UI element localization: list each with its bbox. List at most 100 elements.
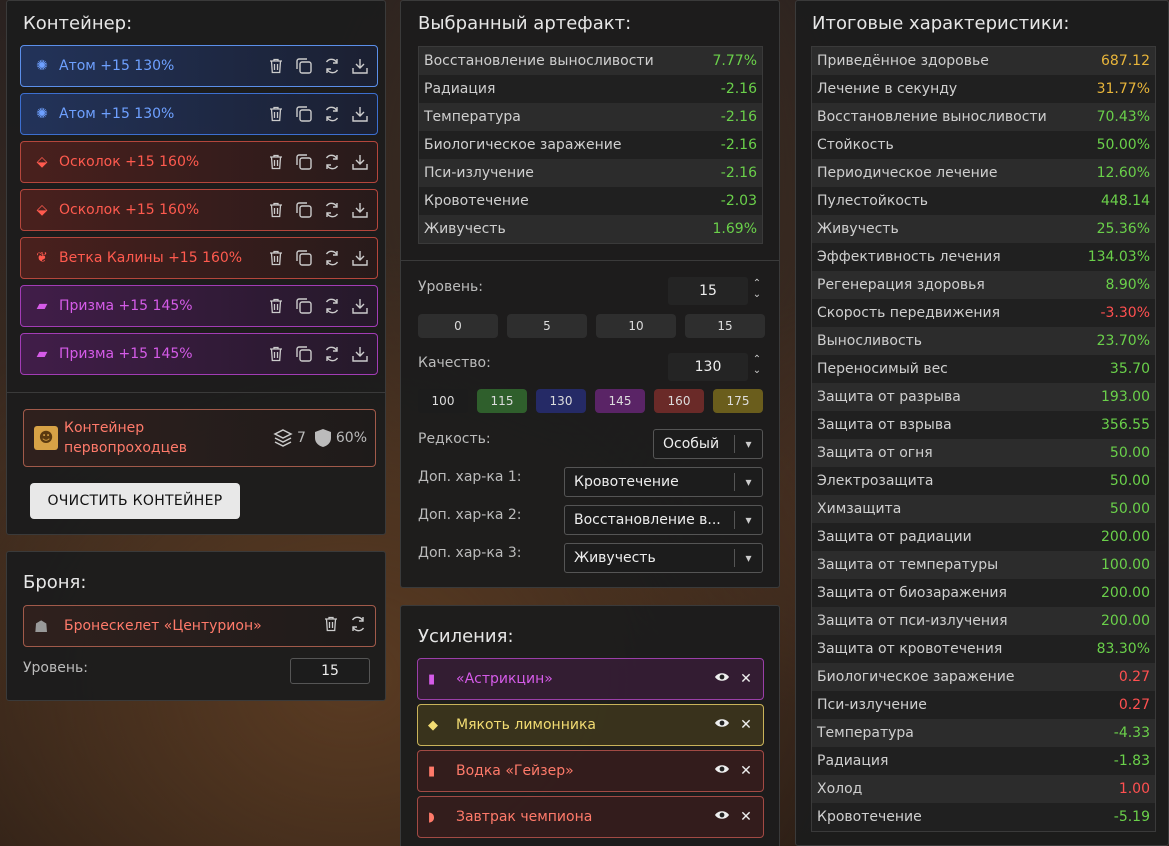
download-icon[interactable]	[351, 105, 369, 123]
stat-label: Биологическое заражение	[817, 669, 1015, 685]
artifact-item[interactable]: ✺ Атом +15 130%	[20, 45, 378, 87]
boost-item[interactable]: ▮ «Астрикцин» ✕	[417, 658, 764, 700]
stat-value: 8.90%	[1105, 277, 1150, 293]
boost-item[interactable]: ◆ Мякоть лимонника ✕	[417, 704, 764, 746]
replace-icon[interactable]	[323, 249, 341, 267]
level-preset-button[interactable]: 10	[596, 314, 676, 338]
artifact-item[interactable]: ⬙ Осколок +15 160%	[20, 141, 378, 183]
artifact-name: Призма +15 145%	[59, 346, 193, 362]
container-card[interactable]: ☻ Контейнер первопроходцев 7 60%	[23, 409, 376, 467]
stat-row: Температура -2.16	[419, 103, 762, 131]
copy-icon[interactable]	[295, 297, 313, 315]
replace-icon[interactable]	[349, 615, 367, 637]
stat-label: Радиация	[817, 753, 889, 769]
quality-input[interactable]: 130	[668, 353, 748, 381]
extra3-select[interactable]: Живучесть ▾	[564, 543, 763, 573]
copy-icon[interactable]	[295, 249, 313, 267]
eye-icon[interactable]	[713, 671, 731, 687]
boost-name: Мякоть лимонника	[456, 717, 596, 733]
replace-icon[interactable]	[323, 57, 341, 75]
trash-icon[interactable]	[267, 153, 285, 171]
artifact-item[interactable]: ⬙ Осколок +15 160%	[20, 189, 378, 231]
quality-preset-button[interactable]: 175	[713, 389, 763, 413]
trash-icon[interactable]	[267, 297, 285, 315]
replace-icon[interactable]	[323, 153, 341, 171]
stat-label: Защита от пси-излучения	[817, 613, 1008, 629]
boost-item-icon: ◆	[428, 717, 438, 733]
stat-value: 25.36%	[1096, 221, 1150, 237]
close-icon[interactable]: ✕	[737, 671, 755, 687]
extra2-select[interactable]: Восстановление в... ▾	[564, 505, 763, 535]
armor-level-input[interactable]: 15	[290, 658, 370, 684]
replace-icon[interactable]	[323, 345, 341, 363]
boost-name: Водка «Гейзер»	[456, 763, 574, 779]
quality-spinner[interactable]: ⌃ ⌄	[751, 354, 763, 376]
rarity-select[interactable]: Особый ▾	[653, 429, 763, 459]
divider	[401, 260, 779, 261]
artifact-item[interactable]: ❦ Ветка Калины +15 160%	[20, 237, 378, 279]
copy-icon[interactable]	[295, 345, 313, 363]
stat-value: -2.16	[720, 109, 757, 125]
trash-icon[interactable]	[267, 57, 285, 75]
copy-icon[interactable]	[295, 153, 313, 171]
download-icon[interactable]	[351, 201, 369, 219]
close-icon[interactable]: ✕	[737, 809, 755, 825]
stat-label: Химзащита	[817, 501, 902, 517]
download-icon[interactable]	[351, 249, 369, 267]
level-input[interactable]: 15	[668, 277, 748, 305]
replace-icon[interactable]	[323, 201, 341, 219]
stat-label: Выносливость	[817, 333, 923, 349]
clear-container-button[interactable]: ОЧИСТИТЬ КОНТЕЙНЕР	[30, 483, 240, 519]
boost-item[interactable]: ▮ Водка «Гейзер» ✕	[417, 750, 764, 792]
replace-icon[interactable]	[323, 105, 341, 123]
level-preset-button[interactable]: 0	[418, 314, 498, 338]
stat-row: Пулестойкость 448.14	[812, 187, 1155, 215]
close-icon[interactable]: ✕	[737, 763, 755, 779]
armor-card[interactable]: ☗ Бронескелет «Центурион»	[23, 605, 376, 647]
stat-label: Защита от взрыва	[817, 417, 952, 433]
eye-icon[interactable]	[713, 717, 731, 733]
download-icon[interactable]	[351, 153, 369, 171]
stat-row: Стойкость 50.00%	[812, 131, 1155, 159]
stat-value: -2.16	[720, 81, 757, 97]
level-spinner[interactable]: ⌃ ⌄	[751, 278, 763, 300]
stat-row: Живучесть 1.69%	[419, 215, 762, 243]
stat-row: Регенерация здоровья 8.90%	[812, 271, 1155, 299]
download-icon[interactable]	[351, 345, 369, 363]
level-preset-button[interactable]: 5	[507, 314, 587, 338]
quality-preset-button[interactable]: 160	[654, 389, 704, 413]
download-icon[interactable]	[351, 297, 369, 315]
artifact-item[interactable]: ▰ Призма +15 145%	[20, 285, 378, 327]
quality-preset-button[interactable]: 115	[477, 389, 527, 413]
container-slots-value: 7	[296, 430, 306, 446]
container-name-line2: первопроходцев	[64, 440, 187, 456]
stat-label: Температура	[817, 725, 914, 741]
armor-panel: Броня: ☗ Бронескелет «Центурион» Уровень…	[6, 551, 386, 701]
boost-item[interactable]: ◗ Завтрак чемпиона ✕	[417, 796, 764, 838]
artifact-item[interactable]: ▰ Призма +15 145%	[20, 333, 378, 375]
quality-preset-button[interactable]: 145	[595, 389, 645, 413]
stat-value: 83.30%	[1096, 641, 1150, 657]
stat-row: Защита от пси-излучения 200.00	[812, 607, 1155, 635]
stat-label: Лечение в секунду	[817, 81, 958, 97]
copy-icon[interactable]	[295, 201, 313, 219]
container-protection-value: 60%	[335, 430, 367, 446]
trash-icon[interactable]	[267, 105, 285, 123]
artifact-item[interactable]: ✺ Атом +15 130%	[20, 93, 378, 135]
replace-icon[interactable]	[323, 297, 341, 315]
eye-icon[interactable]	[713, 809, 731, 825]
download-icon[interactable]	[351, 57, 369, 75]
trash-icon[interactable]	[323, 616, 339, 636]
copy-icon[interactable]	[295, 57, 313, 75]
close-icon[interactable]: ✕	[737, 717, 755, 733]
trash-icon[interactable]	[267, 345, 285, 363]
container-name: Контейнер первопроходцев	[64, 418, 265, 458]
quality-preset-button[interactable]: 130	[536, 389, 586, 413]
trash-icon[interactable]	[267, 249, 285, 267]
extra1-select[interactable]: Кровотечение ▾	[564, 467, 763, 497]
level-preset-button[interactable]: 15	[685, 314, 765, 338]
trash-icon[interactable]	[267, 201, 285, 219]
copy-icon[interactable]	[295, 105, 313, 123]
quality-preset-button[interactable]: 100	[418, 389, 468, 413]
eye-icon[interactable]	[713, 763, 731, 779]
